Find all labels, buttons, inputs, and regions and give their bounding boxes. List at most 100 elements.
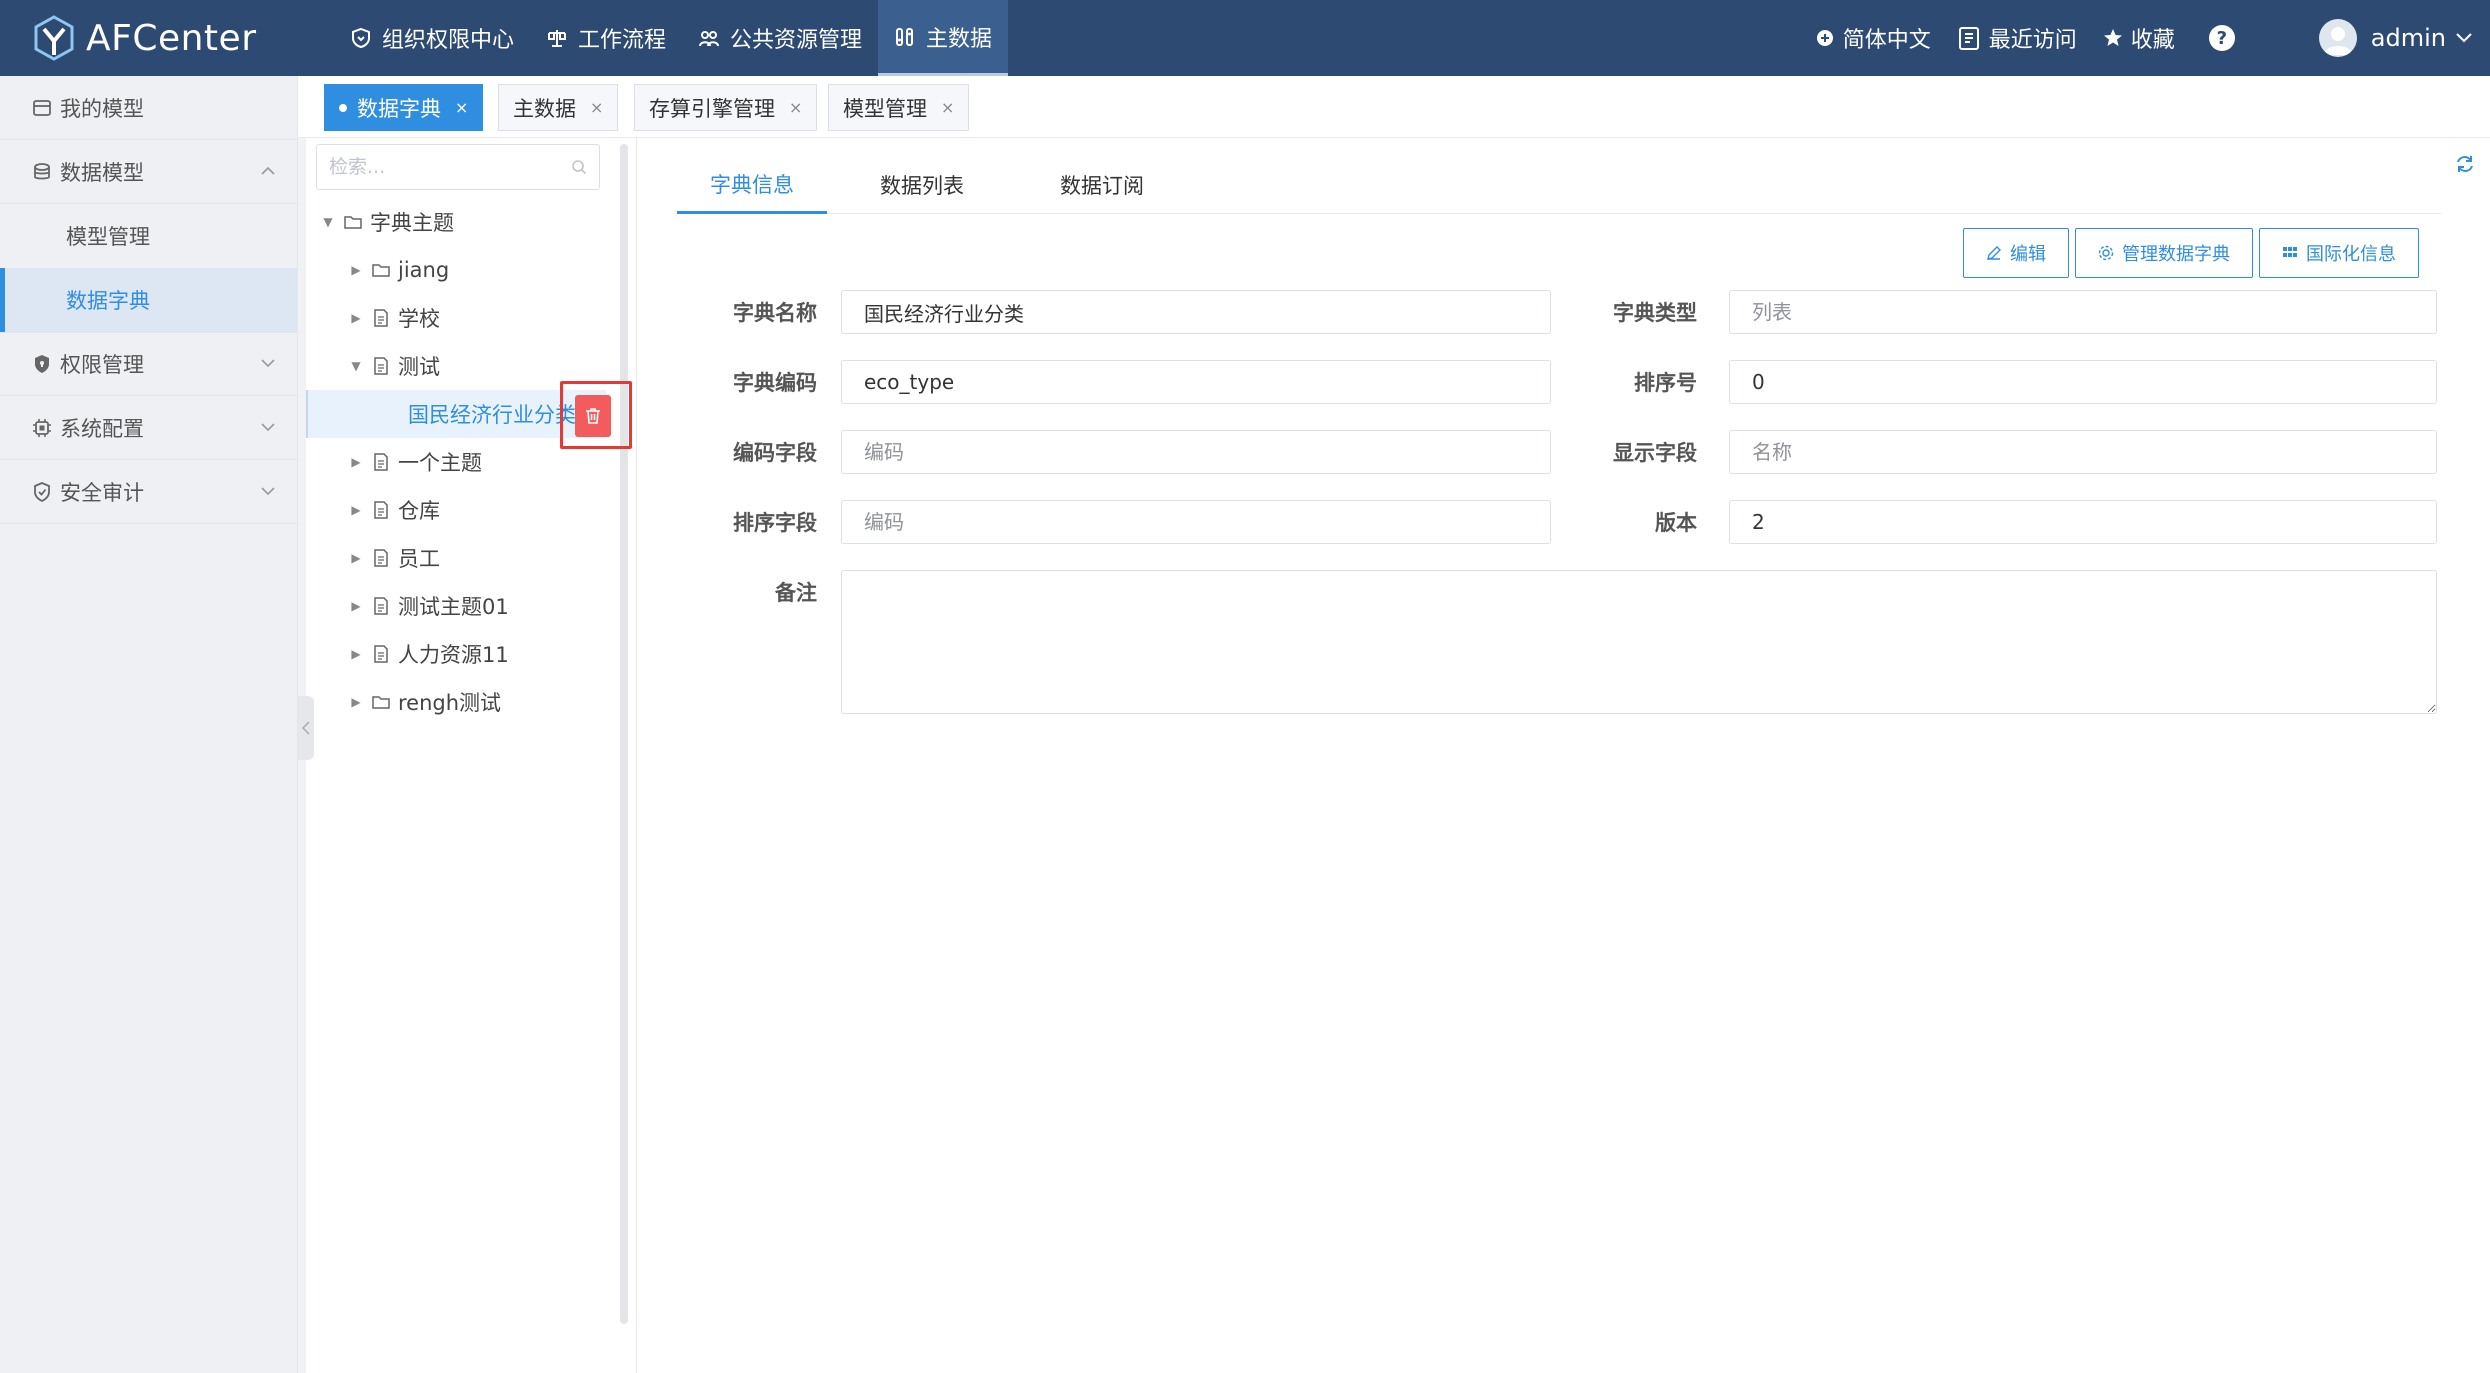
- close-icon[interactable]: ×: [941, 98, 954, 117]
- tab-data-dictionary[interactable]: 数据字典 ×: [324, 84, 484, 131]
- audit-shield-icon: [34, 481, 50, 502]
- language-switch[interactable]: 简体中文: [1815, 22, 1931, 54]
- tree-node[interactable]: ▶ 员工: [306, 534, 606, 582]
- sidebar: 我的模型 数据模型 模型管理 数据字典 权限管理 系统配置 安全审计: [0, 76, 298, 1373]
- caret-down-icon[interactable]: ▼: [350, 359, 362, 373]
- caret-right-icon[interactable]: ▶: [350, 503, 362, 517]
- sidebar-item-security-audit[interactable]: 安全审计: [0, 460, 297, 524]
- chevron-up-icon: [261, 166, 275, 175]
- close-icon[interactable]: ×: [590, 98, 603, 117]
- dict-name-field[interactable]: [841, 290, 1551, 334]
- topnav-master-data[interactable]: 主数据: [878, 0, 1009, 76]
- code-field-label: 编码字段: [733, 441, 817, 465]
- sort-number-field[interactable]: [1729, 360, 2437, 404]
- username[interactable]: admin: [2371, 24, 2446, 52]
- version-field[interactable]: [1729, 500, 2437, 544]
- sidebar-item-label: 安全审计: [60, 480, 144, 505]
- caret-down-icon[interactable]: ▼: [322, 215, 334, 229]
- search-icon[interactable]: [571, 159, 587, 175]
- tree-node[interactable]: ▶ 测试主题01: [306, 582, 606, 630]
- sidebar-item-system-config[interactable]: 系统配置: [0, 396, 297, 460]
- tab-model-management[interactable]: 模型管理 ×: [828, 84, 970, 131]
- sort-number-label: 排序号: [1634, 371, 1697, 395]
- tree-scrollbar[interactable]: [620, 144, 628, 1324]
- code-field-input[interactable]: [841, 430, 1551, 474]
- topnav-label: 工作流程: [578, 28, 667, 53]
- refresh-icon[interactable]: [2455, 154, 2475, 174]
- panel-collapse-handle[interactable]: [298, 696, 314, 760]
- tab-master-data[interactable]: 主数据 ×: [498, 84, 619, 131]
- sidebar-item-data-dictionary[interactable]: 数据字典: [0, 268, 297, 332]
- afcenter-logo-icon: [34, 15, 74, 61]
- topnav-public-resources[interactable]: 公共资源管理: [682, 0, 878, 76]
- caret-right-icon[interactable]: ▶: [350, 599, 362, 613]
- manage-label: 管理数据字典: [2122, 244, 2230, 265]
- tree-node-label: 学校: [398, 307, 440, 331]
- chevron-down-icon: [261, 422, 275, 431]
- display-field-input[interactable]: [1729, 430, 2437, 474]
- favorites[interactable]: 收藏: [2103, 22, 2175, 54]
- topnav-workflow[interactable]: 工作流程: [530, 0, 682, 76]
- delete-highlight-box: [560, 381, 632, 449]
- tree-node[interactable]: ▶ 人力资源11: [306, 630, 606, 678]
- caret-right-icon[interactable]: ▶: [350, 263, 362, 277]
- tab-data-subscription[interactable]: 数据订阅: [1027, 156, 1177, 214]
- search-input[interactable]: [329, 156, 549, 178]
- tab-label: 存算引擎管理: [649, 96, 775, 121]
- dict-name-label: 字典名称: [733, 301, 817, 325]
- help-icon[interactable]: ?: [2208, 25, 2235, 51]
- tree-node[interactable]: ▶ 学校: [306, 294, 606, 342]
- chevron-down-icon: [261, 359, 275, 368]
- tab-data-list[interactable]: 数据列表: [847, 156, 997, 214]
- edit-button[interactable]: 编辑: [1963, 228, 2069, 278]
- sidebar-item-data-model[interactable]: 数据模型: [0, 140, 297, 204]
- remark-textarea[interactable]: [841, 570, 2437, 714]
- tree-node-label: 国民经济行业分类: [408, 403, 576, 427]
- dict-code-field[interactable]: [841, 360, 1551, 404]
- workflow-icon: [546, 27, 568, 49]
- top-navigation-bar: AFCenter 组织权限中心 工作流程 公共资源管理 主数据 简体中文 最近访…: [0, 0, 2490, 76]
- tree-node[interactable]: ▼ 字典主题: [306, 198, 606, 246]
- tab-compute-engine[interactable]: 存算引擎管理 ×: [634, 84, 818, 131]
- caret-right-icon[interactable]: ▶: [350, 551, 362, 565]
- tree-node-label: 测试: [398, 355, 440, 379]
- caret-right-icon[interactable]: ▶: [350, 311, 362, 325]
- chevron-left-icon: [302, 721, 310, 735]
- close-icon[interactable]: ×: [455, 98, 468, 117]
- tree-node-label: rengh测试: [398, 691, 502, 715]
- tree-node[interactable]: ▶ 仓库: [306, 486, 606, 534]
- dict-type-field[interactable]: [1729, 290, 2437, 334]
- topnav-label: 主数据: [926, 26, 993, 52]
- sidebar-item-label: 我的模型: [60, 96, 144, 121]
- tree-node[interactable]: ▶ jiang: [306, 246, 606, 294]
- action-buttons: 编辑 管理数据字典 国际化信息: [1963, 228, 2425, 278]
- close-icon[interactable]: ×: [789, 98, 802, 117]
- sidebar-item-permission[interactable]: 权限管理: [0, 332, 297, 396]
- sort-field-input[interactable]: [841, 500, 1551, 544]
- trash-icon: [586, 408, 600, 424]
- topnav-label: 组织权限中心: [382, 28, 515, 53]
- tree-node-label: 字典主题: [370, 211, 454, 235]
- document-icon: [374, 309, 388, 327]
- manage-dictionary-button[interactable]: 管理数据字典: [2075, 228, 2253, 278]
- language-label: 简体中文: [1842, 28, 1931, 53]
- i18n-info-button[interactable]: 国际化信息: [2259, 228, 2419, 278]
- chevron-down-icon[interactable]: [2456, 33, 2472, 43]
- topnav-label: 公共资源管理: [730, 28, 863, 53]
- tab-dictionary-info[interactable]: 字典信息: [677, 156, 827, 214]
- brand[interactable]: AFCenter: [0, 0, 320, 76]
- recent-visits[interactable]: 最近访问: [1957, 22, 2077, 54]
- caret-right-icon[interactable]: ▶: [350, 647, 362, 661]
- tab-label: 数据字典: [357, 96, 441, 121]
- topnav-org-permission[interactable]: 组织权限中心: [334, 0, 530, 76]
- tree-node[interactable]: ▶ rengh测试: [306, 678, 606, 726]
- caret-right-icon[interactable]: ▶: [350, 455, 362, 469]
- avatar[interactable]: [2318, 19, 2357, 57]
- sidebar-item-model-management[interactable]: 模型管理: [0, 204, 297, 268]
- document-icon: [374, 453, 388, 471]
- caret-right-icon[interactable]: ▶: [350, 695, 362, 709]
- sidebar-item-my-models[interactable]: 我的模型: [0, 76, 297, 140]
- delete-button[interactable]: [575, 395, 611, 437]
- folder-icon: [372, 696, 390, 709]
- tree-node-label: 一个主题: [398, 451, 482, 475]
